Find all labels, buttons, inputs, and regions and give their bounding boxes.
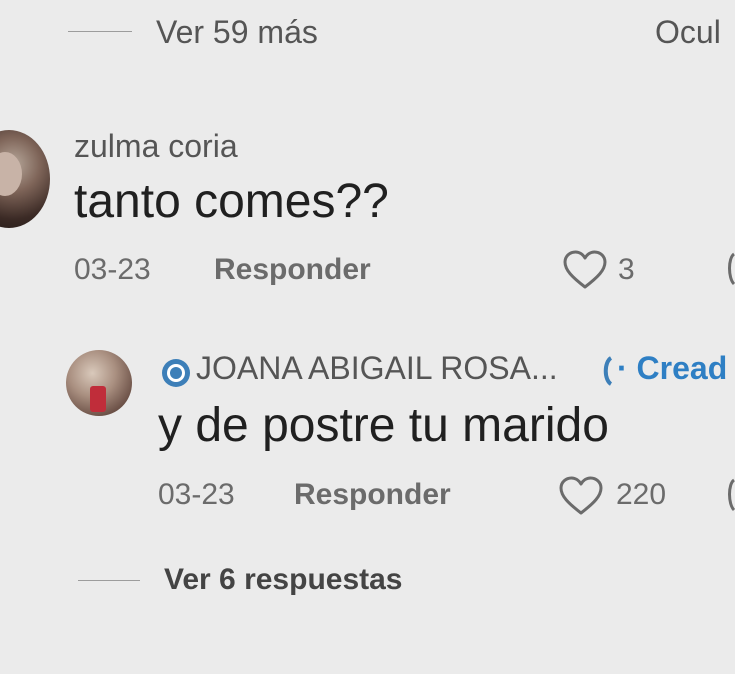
bottom-divider-line bbox=[78, 580, 140, 581]
avatar[interactable] bbox=[0, 130, 50, 228]
reply-username[interactable]: JOANA ABIGAIL ROSA... bbox=[196, 350, 558, 387]
view-replies-button[interactable]: Ver 6 respuestas bbox=[164, 563, 403, 597]
hide-button[interactable]: Ocul bbox=[655, 14, 721, 51]
view-more-button[interactable]: Ver 59 más bbox=[156, 14, 318, 51]
reply-text: y de postre tu marido bbox=[158, 399, 609, 452]
avatar-cup bbox=[90, 386, 106, 412]
verified-badge-icon bbox=[162, 359, 190, 387]
reply-button[interactable]: Responder bbox=[214, 253, 371, 287]
comment-username[interactable]: zulma coria bbox=[74, 128, 238, 165]
flag-icon bbox=[603, 356, 613, 386]
comment-date: 03-23 bbox=[74, 253, 151, 286]
top-divider-line bbox=[68, 31, 132, 32]
creator-tag: · Cread bbox=[617, 350, 728, 386]
heart-icon[interactable] bbox=[562, 250, 608, 290]
reply-avatar[interactable] bbox=[66, 350, 132, 416]
avatar-face bbox=[0, 152, 22, 196]
dislike-icon[interactable] bbox=[722, 476, 735, 514]
reply-date: 03-23 bbox=[158, 478, 235, 511]
heart-icon[interactable] bbox=[558, 476, 604, 516]
like-count: 3 bbox=[618, 253, 635, 286]
reply-button[interactable]: Responder bbox=[294, 478, 451, 512]
comment-text: tanto comes?? bbox=[74, 175, 389, 228]
like-count: 220 bbox=[616, 478, 667, 511]
dislike-icon[interactable] bbox=[722, 250, 735, 288]
